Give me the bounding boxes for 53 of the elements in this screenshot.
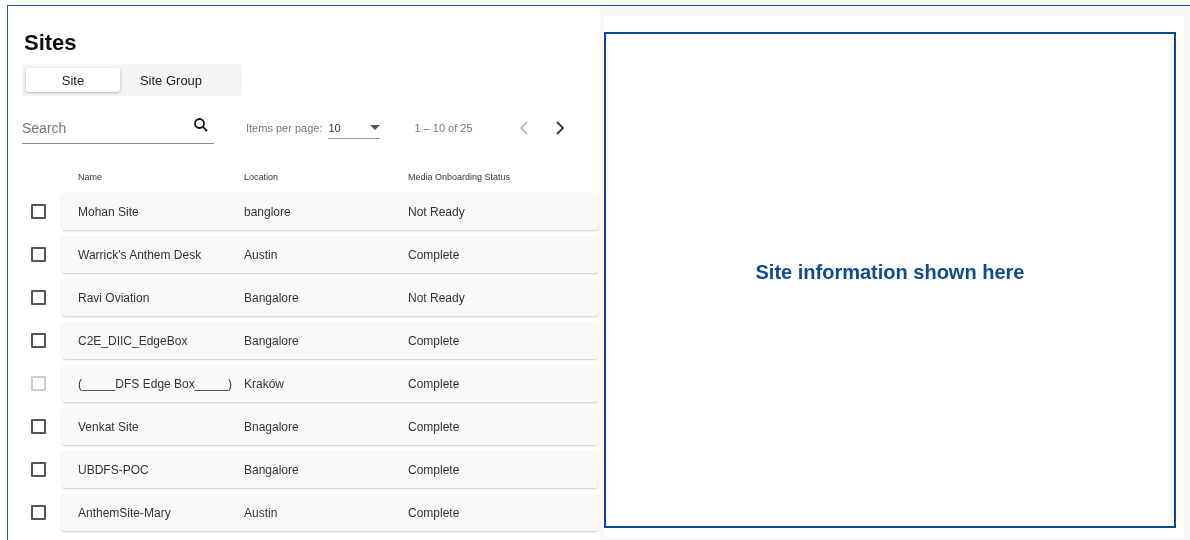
table-cell-text: Austin	[244, 505, 279, 520]
row-checkbox[interactable]	[31, 247, 46, 262]
row-checkbox[interactable]	[31, 505, 46, 520]
table-cell-text: Bangalore	[244, 462, 300, 477]
search-icon[interactable]	[192, 116, 210, 134]
row-checkbox[interactable]	[31, 333, 46, 348]
table-cell-text: Not Ready	[408, 290, 466, 305]
placeholder-message: Site information shown here	[755, 260, 1025, 284]
table-row[interactable]: Mohan Site banglore Not Ready	[62, 193, 598, 230]
search-field[interactable]: Search	[22, 112, 214, 144]
table-cell-text: Warrick's Anthem Desk	[78, 247, 203, 262]
table-cell-text: Bangalore	[244, 333, 300, 348]
table-row[interactable]: Ravi Oviation Bangalore Not Ready	[62, 279, 598, 316]
table-row[interactable]: Warrick's Anthem Desk Austin Complete	[62, 236, 598, 273]
row-checkbox[interactable]	[31, 290, 46, 305]
table-row[interactable]: Venkat Site Bnagalore Complete	[62, 408, 598, 445]
table-cell-text: Not Ready	[408, 204, 466, 219]
page-range: 1 – 10 of 25	[414, 122, 473, 134]
table-cell-text: Complete	[408, 376, 461, 391]
table-cell-text: Complete	[408, 419, 461, 434]
table-cell-text: Complete	[408, 333, 461, 348]
chevron-left-icon	[518, 121, 529, 135]
table-cell-text: Complete	[408, 247, 461, 262]
table-cell-text: Kraków	[244, 376, 285, 391]
table-row[interactable]: AnthemSite-Mary Austin Complete	[62, 494, 598, 531]
items-per-page-select[interactable]: 10	[328, 117, 381, 139]
row-checkbox[interactable]	[31, 419, 46, 434]
table-cell-text: Bnagalore	[244, 419, 300, 434]
column-header: Media Onboarding Status	[407, 172, 512, 182]
items-per-page-label: Items per page:	[246, 122, 323, 134]
table-cell-text: Austin	[244, 247, 279, 262]
table-cell-text: banglore	[244, 204, 292, 219]
caret-icon	[370, 125, 381, 130]
table-row[interactable]: UBDFS-POC Bangalore Complete	[62, 451, 598, 488]
table-cell-text: AnthemSite-Mary	[78, 505, 172, 520]
table-cell-text: Mohan Site	[78, 204, 140, 219]
row-checkbox[interactable]	[31, 204, 46, 219]
column-header: Location	[243, 172, 280, 182]
table-cell-text: Ravi Oviation	[78, 290, 151, 305]
table-cell-text: UBDFS-POC	[78, 462, 150, 477]
chevron-right-icon	[554, 121, 565, 135]
row-checkbox[interactable]	[31, 462, 46, 477]
tab[interactable]: Site Group	[124, 68, 218, 92]
table-cell-text: (_____DFS Edge Box_____)	[78, 376, 234, 391]
table-cell-text: C2E_DIIC_EdgeBox	[78, 333, 189, 348]
table-cell-text: Complete	[408, 505, 461, 520]
table-cell-text: Bangalore	[244, 290, 300, 305]
page-title: Sites	[24, 30, 78, 56]
table-row[interactable]: C2E_DIIC_EdgeBox Bangalore Complete	[62, 322, 598, 359]
column-header: Name	[77, 172, 103, 182]
tab[interactable]: Site	[26, 68, 120, 92]
table-cell-text: Venkat Site	[78, 419, 140, 434]
table-cell-text: Complete	[408, 462, 461, 477]
